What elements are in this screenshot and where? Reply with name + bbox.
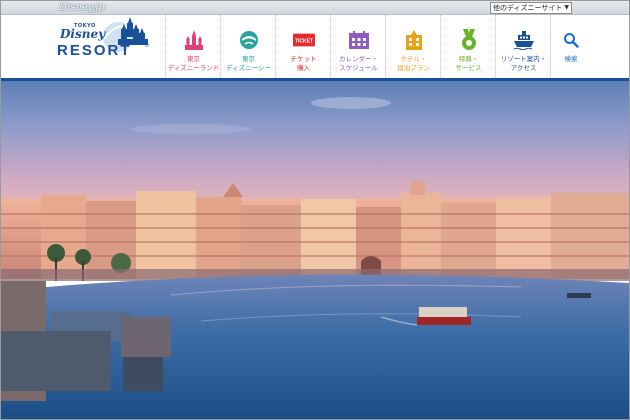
nav-item-hotel[interactable]: ホテル・ 宿泊プラン	[385, 15, 440, 79]
page-frame: Disney.jp 他のディズニーサイト ▼ TOKYO Disney RESO…	[0, 0, 630, 420]
nav-item-tokyo-disneyland[interactable]: 東京 ディズニーランド	[165, 15, 220, 79]
top-utility-bar: Disney.jp 他のディズニーサイト ▼	[1, 1, 629, 15]
hero-harbor-image[interactable]	[1, 81, 629, 419]
nav-item-search[interactable]: 検索	[550, 15, 590, 79]
other-disney-sites-select[interactable]: 他のディズニーサイト ▼	[490, 2, 572, 14]
nav-label-hotel: ホテル・ 宿泊プラン	[397, 55, 430, 72]
ticket-icon: TICKET	[293, 29, 315, 51]
calendar-icon	[348, 29, 370, 51]
medal-icon	[458, 29, 480, 51]
nav-label-access: リゾート案内・ アクセス	[500, 55, 547, 72]
castle-icon	[183, 29, 205, 51]
nav-label-tokyo-disneysea: 東京 ディズニーシー	[226, 55, 271, 72]
hero-photo	[1, 81, 629, 419]
logo-disney-text: Disney	[60, 27, 106, 41]
ship-icon	[513, 29, 535, 51]
nav-item-benefits[interactable]: 特典・ サービス	[440, 15, 495, 79]
nav-label-calendar: カレンダー・ スケジュール	[339, 55, 378, 72]
nav-item-calendar[interactable]: カレンダー・ スケジュール	[330, 15, 385, 79]
small-boat	[567, 293, 591, 298]
global-nav: 東京 ディズニーランド 東京 ディズニーシー TICKET チケット 購入 カレ…	[165, 15, 590, 79]
globe-icon	[238, 29, 260, 51]
nav-label-ticket: チケット 購入	[290, 55, 317, 72]
nav-item-ticket[interactable]: TICKET チケット 購入	[275, 15, 330, 79]
ticket-badge-text: TICKET	[295, 38, 314, 44]
nav-item-access[interactable]: リゾート案内・ アクセス	[495, 15, 550, 79]
nav-label-search: 検索	[564, 55, 578, 63]
nav-label-benefits: 特典・ サービス	[455, 55, 482, 72]
nav-item-tokyo-disneysea[interactable]: 東京 ディズニーシー	[220, 15, 275, 79]
search-icon	[560, 29, 582, 51]
disney-jp-logo[interactable]: Disney.jp	[59, 1, 105, 15]
logo-resort-text: RESORT	[57, 42, 132, 59]
site-select-value: 他のディズニーサイト	[493, 4, 563, 12]
chevron-down-icon: ▼	[564, 4, 569, 11]
tokyo-disney-resort-logo[interactable]: TOKYO Disney RESORT	[54, 15, 154, 65]
hotel-icon	[403, 29, 425, 51]
nav-label-tokyo-disneyland: 東京 ディズニーランド	[167, 55, 220, 72]
